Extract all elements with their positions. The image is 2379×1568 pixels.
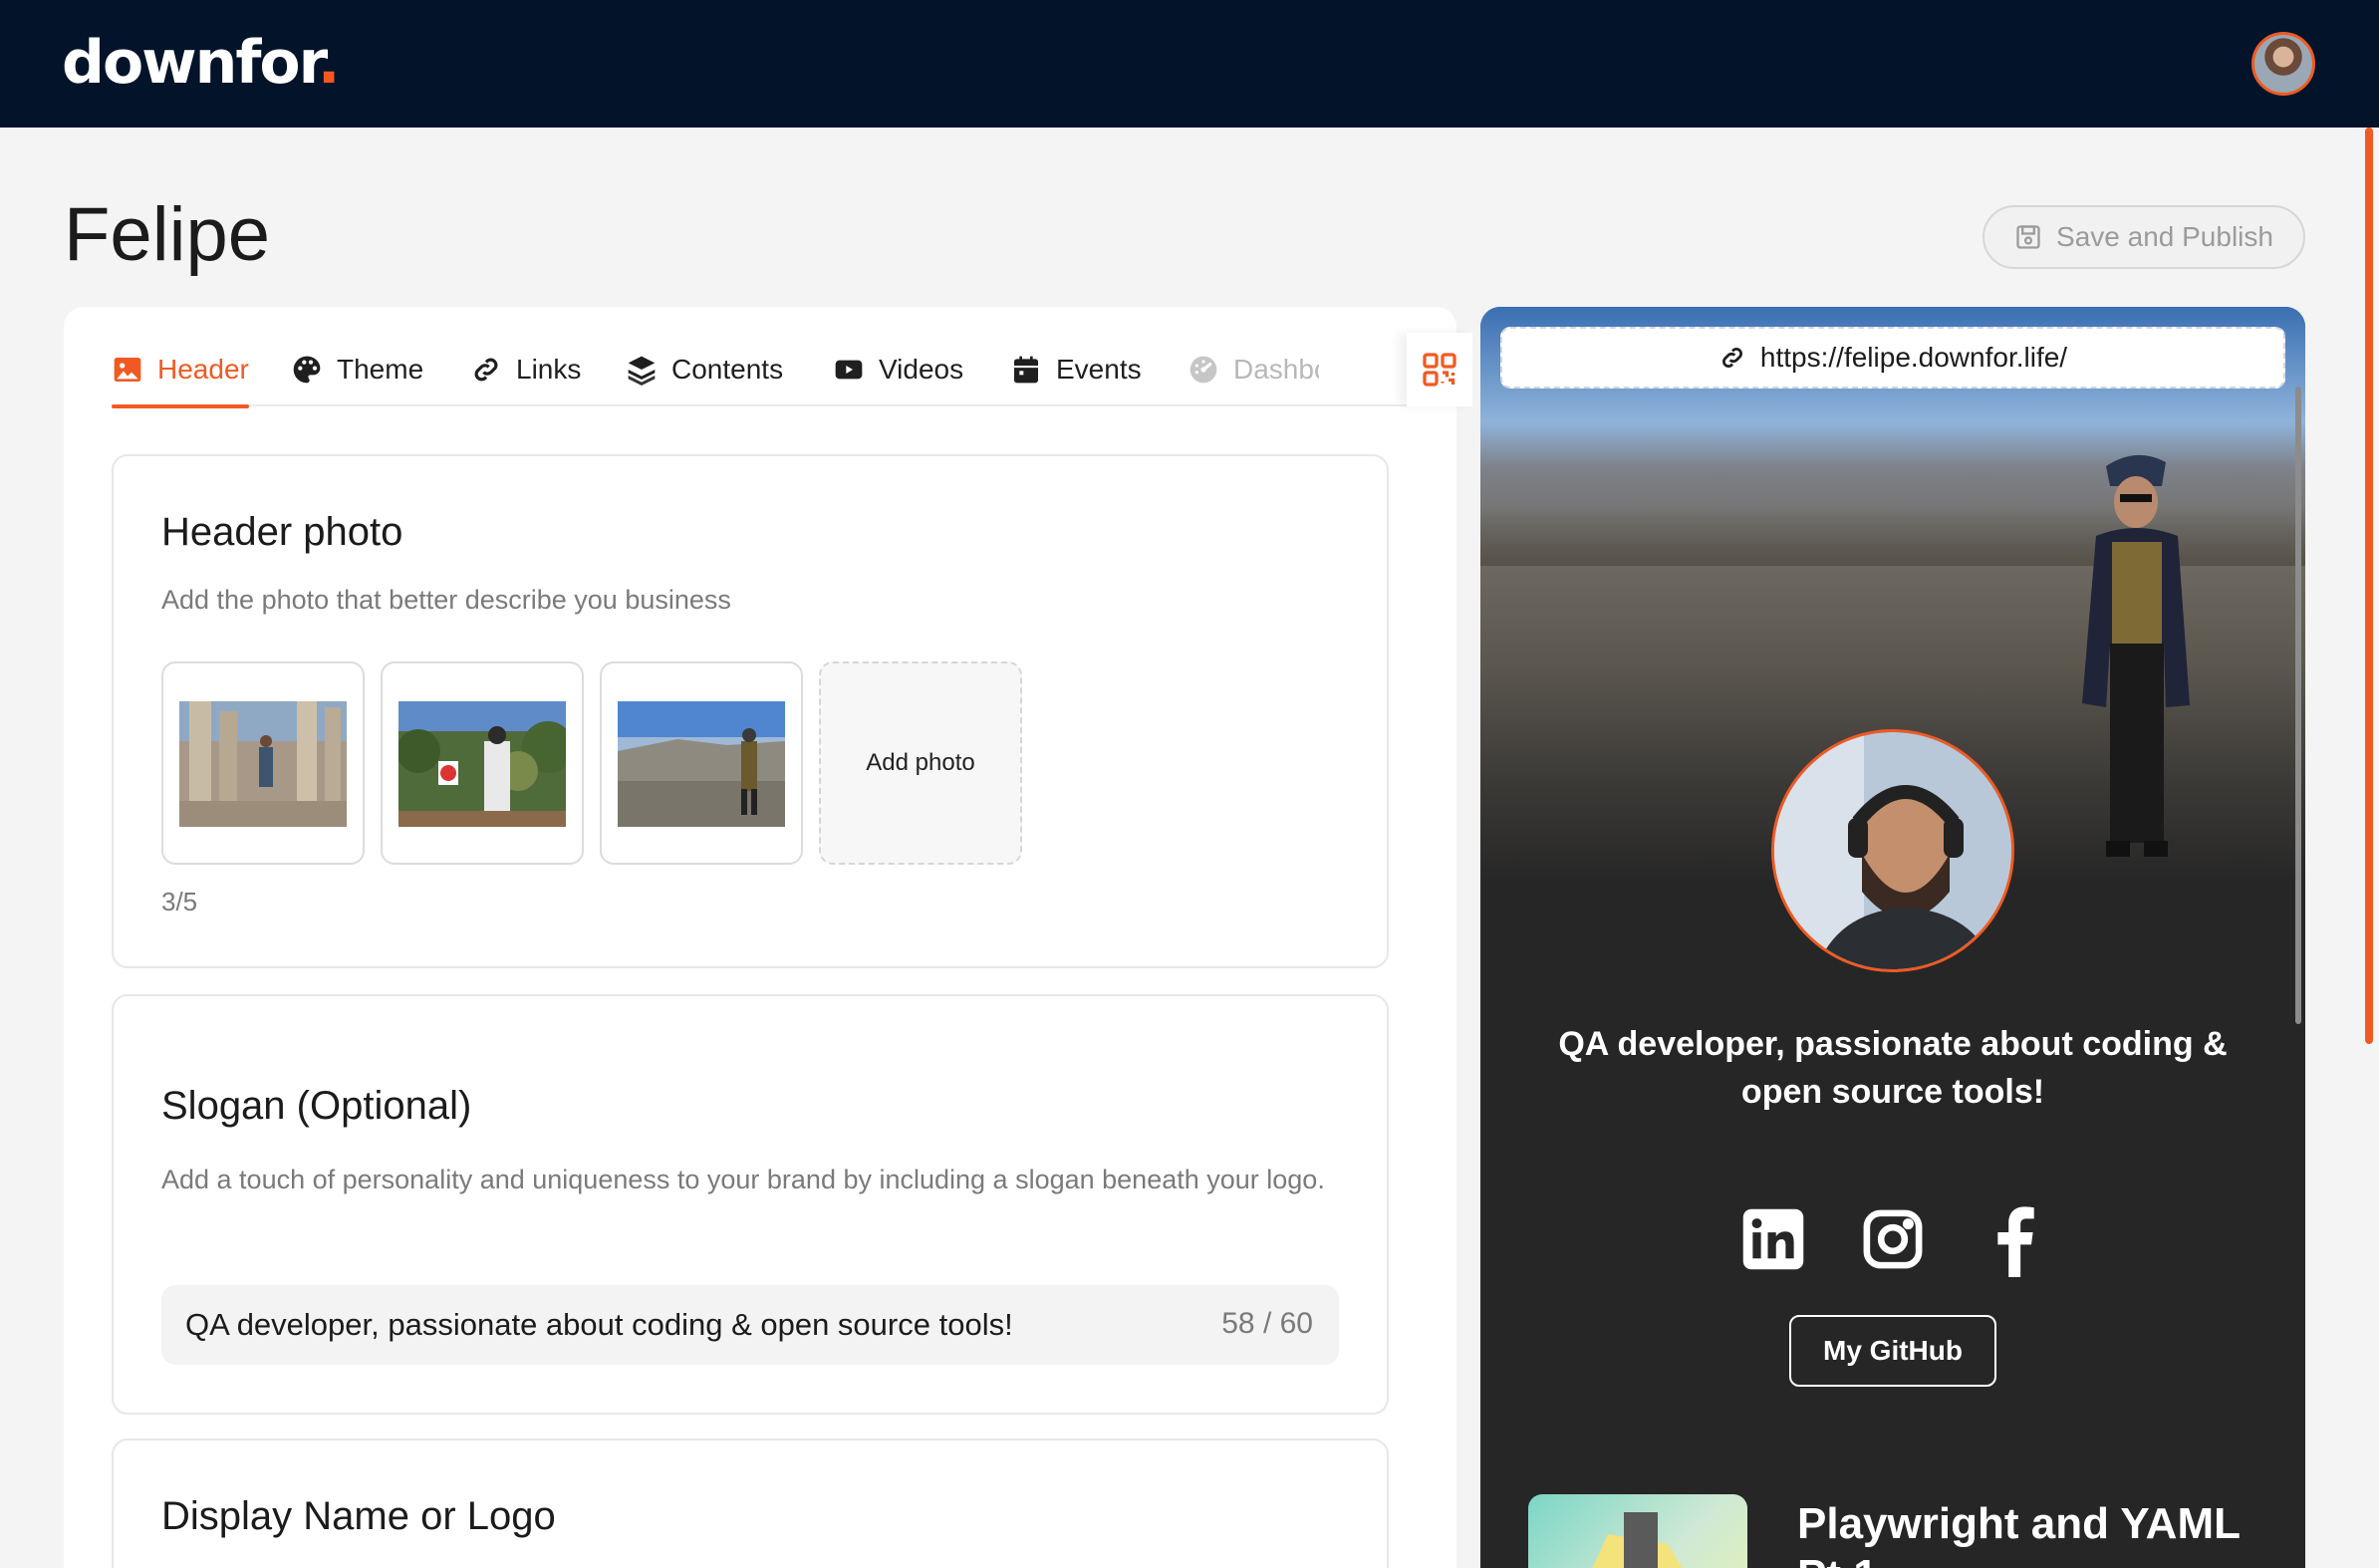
user-avatar[interactable] [2251,32,2315,96]
profile-portrait [1774,732,2011,969]
tab-contents[interactable]: Contents [626,333,783,406]
add-photo-button[interactable]: Add photo [819,661,1022,865]
facebook-icon [1997,1206,2034,1277]
link-icon [1721,347,1742,369]
preview-hiker-figure [2082,454,2190,857]
display-name-title: Display Name or Logo [161,1494,556,1538]
video-icon [835,360,863,380]
brand-logo[interactable]: downfor. [62,28,340,98]
slogan-field: 58 / 60 [161,1285,1339,1365]
page-title: Felipe [64,192,270,277]
content-card-thumbnail[interactable] [1528,1494,1747,1568]
header-photo-title: Header photo [161,510,403,554]
palette-icon [293,356,321,384]
save-and-publish-label: Save and Publish [2056,221,2273,252]
linkedin-link[interactable] [1737,1199,1809,1279]
dashboard-icon [1190,356,1217,384]
preview-slogan: QA developer, passionate about coding & … [1558,1025,2228,1111]
tab-header[interactable]: Header [112,333,249,408]
tab-theme[interactable]: Theme [291,333,423,406]
top-nav-bar: downfor. [0,0,2379,128]
slogan-title: Slogan (Optional) [161,1084,472,1128]
link-icon [474,358,498,382]
tab-dashboard[interactable]: Dashboard [1188,333,1319,406]
slogan-description: Add a touch of personality and uniquenes… [161,1165,1325,1194]
tab-videos[interactable]: Videos [833,333,963,406]
qr-code-icon [1423,353,1456,387]
slogan-input[interactable] [185,1285,1162,1365]
save-icon [2016,225,2040,249]
photo-hiker-mountain [618,701,785,827]
my-github-button[interactable]: My GitHub [1789,1315,1996,1387]
slogan-section: Slogan (Optional) Add a touch of persona… [112,994,1389,1415]
header-photo-thumb-2[interactable] [381,661,584,865]
content-card-title[interactable]: Playwright and YAML Pt 1 [1797,1498,2275,1568]
slogan-char-count: 58 / 60 [1221,1307,1313,1340]
header-photo-thumb-3[interactable] [600,661,803,865]
header-photo-description: Add the photo that better describe you b… [161,585,731,615]
photo-hiker-forest [398,701,566,827]
tab-qr-code[interactable] [1407,333,1472,406]
photo-ruins [179,701,347,827]
live-preview: https://felipe.downfor.life/ QA develope… [1480,307,2305,1568]
linkedin-icon [1742,1208,1804,1270]
preview-url: https://felipe.downfor.life/ [1759,342,2068,373]
tab-dashboard-clip: Dashboard [1108,333,1319,406]
editor-tabs: Header Theme Links Contents Videos Event… [112,333,1472,408]
calendar-icon [1014,356,1038,384]
layers-icon [628,356,656,386]
content-thumbnail-image [1592,1512,1683,1568]
preview-url-bar[interactable]: https://felipe.downfor.life/ [1500,327,2285,389]
tab-links[interactable]: Links [470,333,581,406]
header-photo-thumb-1[interactable] [161,661,365,865]
photo-count: 3/5 [161,887,198,916]
instagram-icon [1863,1209,1923,1269]
preview-scrollbar[interactable] [2295,387,2301,1024]
instagram-link[interactable] [1857,1199,1929,1279]
preview-profile-photo [1771,729,2014,972]
image-icon [114,358,141,382]
save-and-publish-button[interactable]: Save and Publish [1982,205,2305,269]
facebook-link[interactable] [1977,1199,2048,1279]
display-name-section: Display Name or Logo [112,1438,1389,1568]
preview-social-links [1480,1199,2305,1279]
page-scrollbar[interactable] [2365,128,2373,1044]
header-photo-section: Header photo Add the photo that better d… [112,454,1389,968]
